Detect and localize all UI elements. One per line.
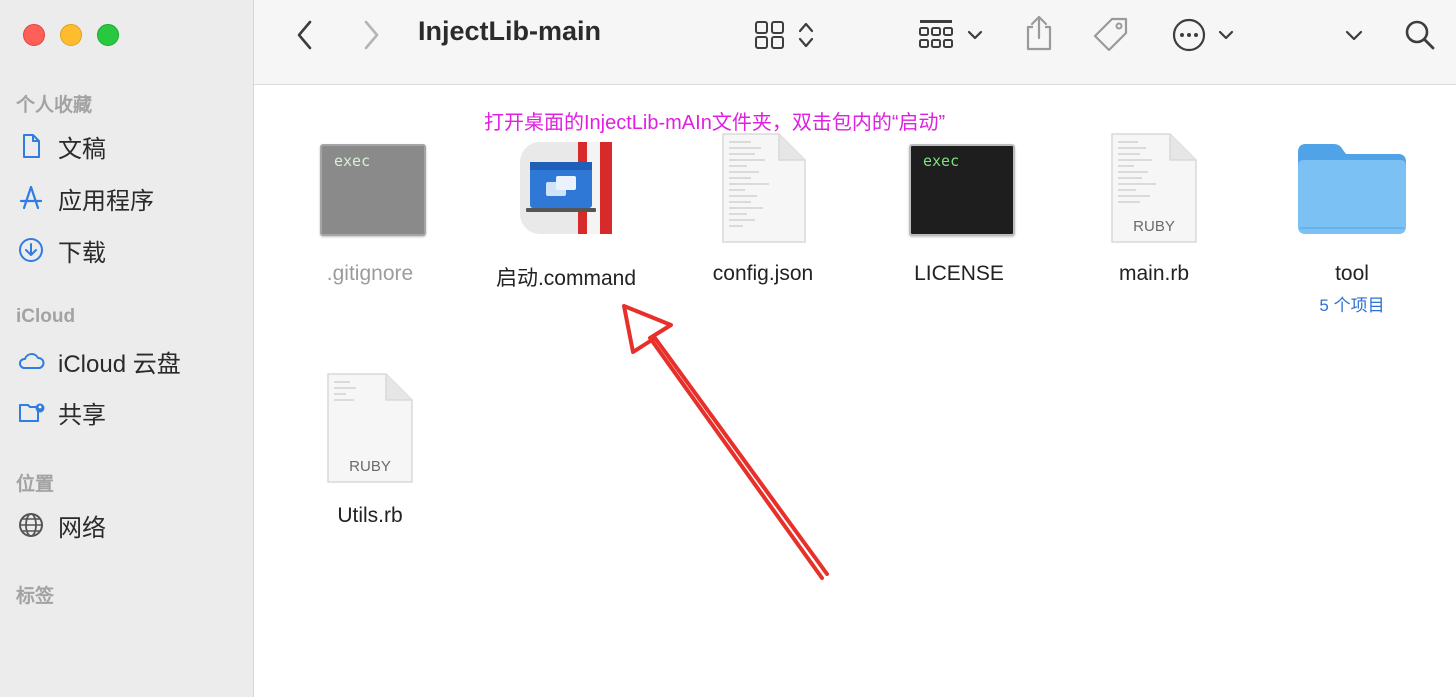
annotation-arrow <box>622 304 829 580</box>
